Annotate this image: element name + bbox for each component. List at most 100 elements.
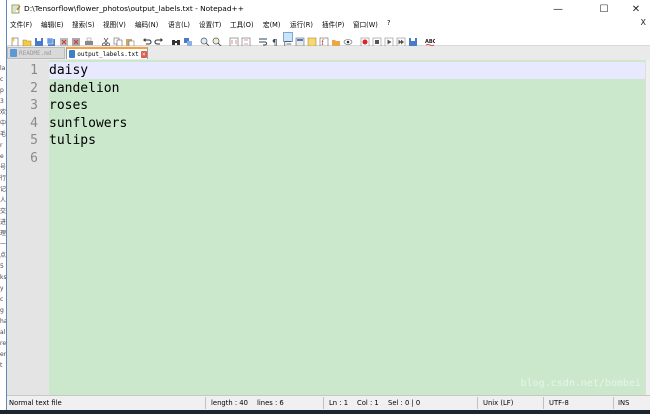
status-lines: lines : 6 bbox=[257, 399, 284, 407]
redo-icon[interactable] bbox=[154, 32, 164, 45]
notepadpp-app-icon bbox=[11, 4, 21, 14]
print-icon[interactable] bbox=[84, 32, 94, 45]
menu-bar: 文件(F) 编辑(E) 搜索(S) 视图(V) 编码(N) 语言(L) 设置(T… bbox=[7, 18, 650, 30]
tab-bar: README.md output_labels.txt × bbox=[7, 46, 650, 61]
find-icon[interactable] bbox=[171, 32, 181, 45]
line-number: 6 bbox=[30, 150, 38, 166]
stop-macro-icon[interactable] bbox=[372, 32, 382, 47]
menu-run[interactable]: 运行(R) bbox=[290, 19, 313, 29]
minimize-button[interactable]: — bbox=[543, 0, 573, 18]
save-icon[interactable] bbox=[34, 32, 44, 46]
zoom-in-icon[interactable] bbox=[200, 32, 210, 47]
doc-map-icon[interactable] bbox=[307, 32, 317, 47]
watermark-text: blog.csdn.net/bombei bbox=[520, 378, 641, 389]
notepadpp-window: D:\Tensorflow\flower_photos\output_label… bbox=[6, 0, 650, 410]
monitoring-icon[interactable] bbox=[343, 32, 353, 45]
cut-icon[interactable] bbox=[101, 32, 111, 47]
tab-readme-label: README.md bbox=[19, 49, 52, 57]
background-text: c bbox=[0, 76, 4, 83]
line-number: 5 bbox=[30, 133, 38, 148]
file-icon bbox=[69, 50, 76, 58]
indent-guide-icon[interactable] bbox=[283, 32, 293, 47]
function-list-icon[interactable]: f bbox=[319, 32, 329, 47]
menu-window[interactable]: 窗口(W) bbox=[353, 19, 378, 29]
menu-search[interactable]: 搜索(S) bbox=[72, 19, 95, 29]
window-title: D:\Tensorflow\flower_photos\output_label… bbox=[24, 4, 244, 13]
new-file-icon[interactable] bbox=[10, 32, 20, 47]
status-divider bbox=[543, 397, 544, 409]
status-line: Ln : 1 bbox=[329, 399, 349, 407]
menu-view[interactable]: 视图(V) bbox=[103, 19, 126, 29]
spell-check-icon[interactable]: ABC bbox=[425, 32, 437, 46]
background-text: p bbox=[0, 87, 4, 94]
code-line[interactable]: sunflowers bbox=[49, 115, 127, 132]
menu-encoding[interactable]: 编码(N) bbox=[135, 19, 158, 29]
code-line[interactable]: daisy bbox=[49, 62, 88, 79]
menu-help[interactable]: ? bbox=[387, 19, 391, 27]
close-document-x[interactable]: X bbox=[641, 18, 646, 27]
open-file-icon[interactable] bbox=[22, 32, 32, 47]
close-window-button[interactable]: ✕ bbox=[621, 0, 650, 18]
menu-plugins[interactable]: 插件(P) bbox=[322, 19, 344, 29]
status-divider bbox=[323, 397, 324, 409]
background-text: al bbox=[0, 329, 6, 336]
status-eol[interactable]: Unix (LF) bbox=[483, 399, 513, 407]
undo-icon[interactable] bbox=[142, 32, 152, 45]
code-line[interactable]: roses bbox=[49, 97, 88, 114]
word-wrap-icon[interactable] bbox=[258, 32, 268, 46]
close-icon: ✕ bbox=[631, 3, 641, 15]
line-number: 2 bbox=[30, 80, 38, 96]
close-all-icon[interactable] bbox=[71, 32, 81, 46]
menu-tools[interactable]: 工具(O) bbox=[230, 19, 254, 29]
folder-workspace-icon[interactable] bbox=[331, 32, 341, 46]
run-macro-multiple-icon[interactable] bbox=[396, 32, 406, 47]
maximize-button[interactable]: ☐ bbox=[589, 0, 619, 18]
tab-output-labels-label: output_labels.txt bbox=[77, 50, 139, 58]
play-macro-icon[interactable] bbox=[384, 32, 394, 47]
save-all-icon[interactable] bbox=[46, 32, 56, 46]
status-encoding[interactable]: UTF-8 bbox=[549, 399, 569, 407]
show-all-chars-icon[interactable]: ¶ bbox=[270, 32, 280, 49]
line-number: 3 bbox=[30, 98, 38, 113]
menu-settings[interactable]: 设置(T) bbox=[199, 19, 221, 29]
record-macro-icon[interactable] bbox=[360, 32, 370, 47]
svg-text:ABC: ABC bbox=[425, 39, 435, 45]
menu-edit[interactable]: 编辑(E) bbox=[41, 19, 64, 29]
file-icon bbox=[10, 49, 17, 57]
background-text: 3 bbox=[0, 98, 4, 105]
toolbar: ¶ f ABC bbox=[7, 30, 650, 49]
tab-output-labels[interactable]: output_labels.txt × bbox=[66, 47, 148, 59]
tab-readme[interactable]: README.md bbox=[7, 47, 65, 59]
tab-close-icon[interactable]: × bbox=[140, 50, 147, 58]
menu-file[interactable]: 文件(F) bbox=[10, 19, 32, 29]
zoom-out-icon[interactable] bbox=[212, 32, 222, 47]
menu-language[interactable]: 语言(L) bbox=[168, 19, 190, 29]
save-macro-icon[interactable] bbox=[408, 32, 418, 46]
text-editor[interactable]: 1 2 3 4 5 6 daisy dandelion roses sunflo… bbox=[7, 60, 645, 395]
status-file-type: Normal text file bbox=[9, 399, 62, 407]
status-length: length : 40 bbox=[211, 399, 248, 407]
close-file-icon[interactable] bbox=[59, 32, 69, 46]
background-text: g bbox=[0, 307, 4, 314]
background-text: r bbox=[0, 142, 3, 149]
menu-macro[interactable]: 宏(M) bbox=[263, 19, 280, 29]
status-bar: Normal text file length : 40 lines : 6 L… bbox=[7, 395, 650, 410]
title-bar[interactable]: D:\Tensorflow\flower_photos\output_label… bbox=[7, 0, 650, 18]
user-language-icon[interactable] bbox=[295, 32, 305, 47]
status-insert-mode[interactable]: INS bbox=[618, 399, 629, 407]
sync-horizontal-icon[interactable] bbox=[241, 32, 251, 47]
status-selection: Sel : 0 | 0 bbox=[388, 399, 421, 407]
status-divider bbox=[205, 397, 206, 409]
code-line[interactable]: tulips bbox=[49, 132, 96, 149]
code-line[interactable]: dandelion bbox=[49, 80, 119, 97]
taskbar-edge bbox=[0, 410, 650, 414]
paste-icon[interactable] bbox=[125, 32, 135, 47]
minimize-icon: — bbox=[553, 3, 563, 15]
replace-icon[interactable] bbox=[183, 32, 193, 46]
copy-icon[interactable] bbox=[113, 32, 123, 47]
status-divider bbox=[613, 397, 614, 409]
vertical-scrollbar[interactable] bbox=[645, 60, 650, 395]
background-text: 5 bbox=[0, 263, 4, 270]
sync-vertical-icon[interactable] bbox=[229, 32, 239, 47]
line-number: 1 bbox=[30, 63, 38, 78]
